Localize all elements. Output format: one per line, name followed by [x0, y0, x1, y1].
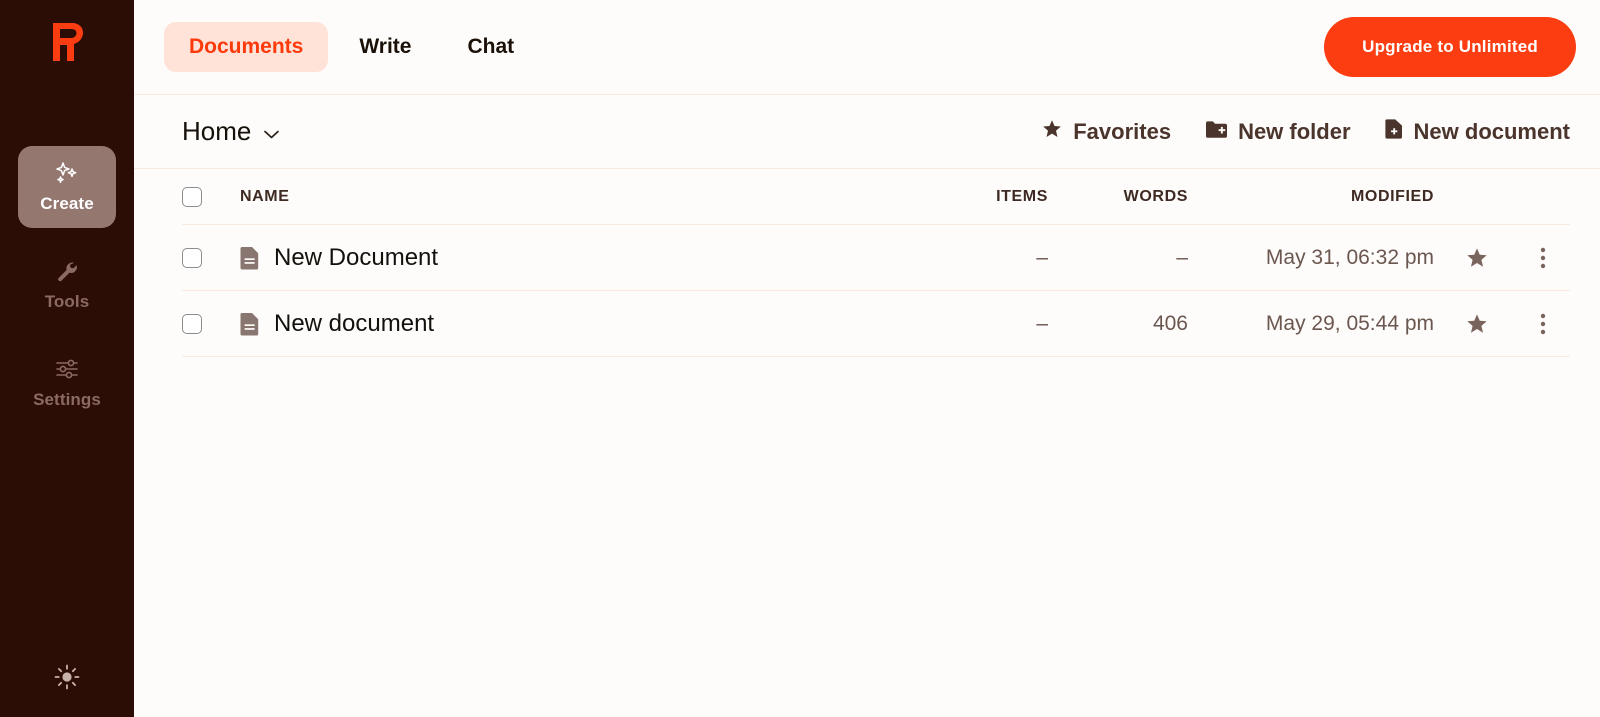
folder-plus-icon: [1205, 119, 1228, 145]
sliders-icon: [54, 356, 80, 382]
sparkles-icon: [54, 160, 80, 186]
new-folder-label: New folder: [1238, 118, 1351, 144]
documents-table: NAME ITEMS WORDS MODIFIED New Document –…: [134, 169, 1600, 357]
wrench-icon: [55, 258, 79, 284]
tab-chat[interactable]: Chat: [442, 22, 539, 72]
row-name-cell[interactable]: New document: [240, 310, 928, 338]
breadcrumb[interactable]: Home: [182, 116, 280, 147]
tab-write[interactable]: Write: [334, 22, 436, 72]
sidebar-item-label-create: Create: [40, 194, 94, 213]
sun-icon[interactable]: [45, 655, 89, 699]
table-row[interactable]: New Document – – May 31, 06:32 pm: [182, 225, 1570, 291]
row-actions-cell: [1516, 312, 1570, 336]
row-modified: May 29, 05:44 pm: [1265, 311, 1434, 335]
select-all-cell: [182, 186, 240, 207]
star-icon[interactable]: [1466, 313, 1488, 335]
tab-bar: Documents Write Chat: [164, 22, 539, 72]
sidebar-item-settings[interactable]: Settings: [18, 342, 116, 424]
favorites-label: Favorites: [1073, 118, 1172, 144]
table-header-row: NAME ITEMS WORDS MODIFIED: [182, 169, 1570, 225]
sidebar-item-label-tools: Tools: [44, 292, 90, 311]
sidebar-item-label-settings: Settings: [33, 390, 101, 409]
more-vertical-icon[interactable]: [1540, 312, 1546, 336]
document-icon: [240, 312, 260, 336]
star-icon[interactable]: [1466, 247, 1488, 269]
favorites-button[interactable]: Favorites: [1042, 119, 1171, 145]
document-name: New document: [274, 309, 435, 337]
top-bar: Documents Write Chat Upgrade to Unlimite…: [134, 0, 1600, 95]
document-icon: [240, 246, 260, 270]
sidebar-item-create[interactable]: Create: [18, 146, 116, 228]
row-select-cell: [182, 247, 240, 268]
row-name-cell[interactable]: New Document: [240, 244, 928, 272]
star-icon: [1042, 119, 1062, 145]
row-favorite-cell: [1438, 247, 1516, 269]
row-words: 406: [1152, 311, 1188, 335]
new-document-button[interactable]: New document: [1384, 118, 1570, 145]
row-checkbox[interactable]: [182, 313, 202, 334]
select-all-checkbox[interactable]: [182, 186, 202, 207]
toolbar-actions: Favorites New folder New document: [1042, 118, 1570, 145]
sidebar: Create Tools Settings: [0, 0, 134, 717]
row-actions-cell: [1516, 246, 1570, 270]
row-checkbox[interactable]: [182, 247, 202, 268]
column-header-name[interactable]: NAME: [240, 188, 928, 206]
document-name: New Document: [274, 243, 439, 271]
sidebar-nav: Create Tools Settings: [0, 146, 134, 424]
document-plus-icon: [1384, 118, 1403, 145]
column-header-words[interactable]: WORDS: [1048, 188, 1188, 206]
row-favorite-cell: [1438, 313, 1516, 335]
row-items: –: [1036, 311, 1048, 335]
tab-documents[interactable]: Documents: [164, 22, 329, 72]
row-items: –: [1036, 245, 1048, 269]
new-document-label: New document: [1413, 118, 1570, 144]
breadcrumb-label: Home: [182, 116, 252, 146]
brand-r-logo-icon[interactable]: [43, 16, 91, 68]
column-header-items[interactable]: ITEMS: [928, 188, 1048, 206]
main-content: Documents Write Chat Upgrade to Unlimite…: [134, 0, 1600, 717]
more-vertical-icon[interactable]: [1540, 246, 1546, 270]
folder-toolbar: Home Favorites New folder New document: [134, 95, 1600, 169]
chevron-down-icon: [263, 116, 280, 147]
sidebar-item-tools[interactable]: Tools: [18, 244, 116, 326]
row-words: –: [1176, 245, 1188, 269]
upgrade-to-unlimited-button[interactable]: Upgrade to Unlimited: [1324, 17, 1576, 77]
column-header-modified[interactable]: MODIFIED: [1188, 188, 1438, 206]
row-select-cell: [182, 313, 240, 334]
new-folder-button[interactable]: New folder: [1205, 118, 1351, 145]
app-root: Create Tools Settings Documents Write Ch…: [0, 0, 1600, 717]
row-modified: May 31, 06:32 pm: [1265, 245, 1434, 269]
table-row[interactable]: New document – 406 May 29, 05:44 pm: [182, 291, 1570, 357]
